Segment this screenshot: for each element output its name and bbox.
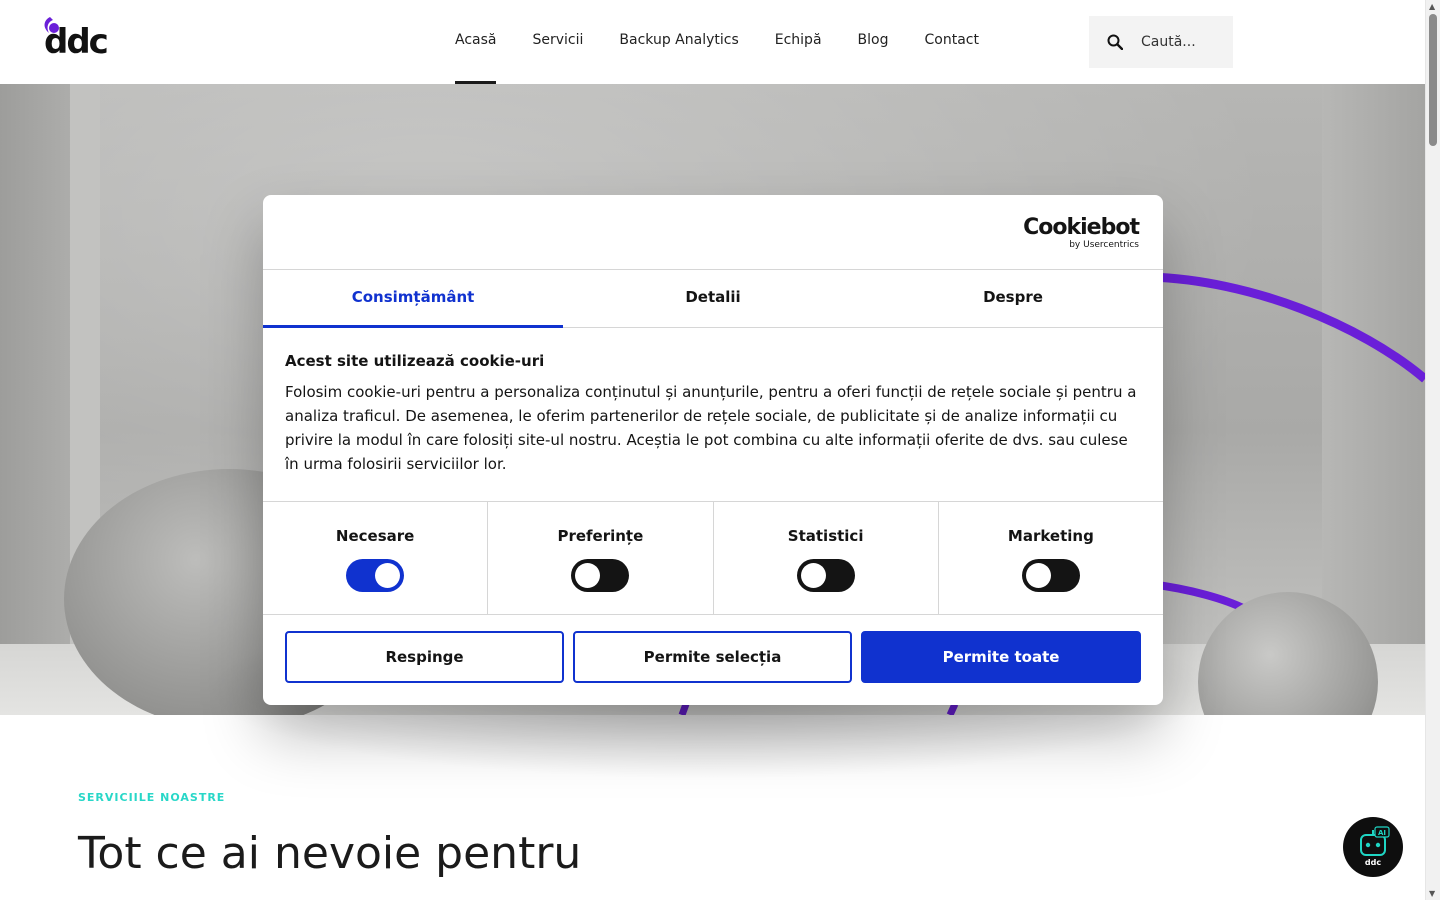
nav-item-echipa[interactable]: Echipă bbox=[757, 0, 840, 84]
chatbot-brand: ddc bbox=[1365, 858, 1381, 867]
scroll-up-arrow-icon[interactable]: ▲ bbox=[1429, 2, 1435, 11]
main-nav: Acasă Servicii Backup Analytics Echipă B… bbox=[437, 0, 997, 84]
reject-button[interactable]: Respinge bbox=[285, 631, 564, 683]
dialog-buttons: Respinge Permite selecția Permite toate bbox=[263, 615, 1163, 699]
toggle-knob bbox=[800, 563, 826, 588]
chatbot-robot-icon: AI ddc bbox=[1360, 826, 1390, 867]
site-header: ddc Acasă Servicii Backup Analytics Echi… bbox=[0, 0, 1425, 84]
tab-despre[interactable]: Despre bbox=[863, 270, 1163, 327]
chatbot-ai-badge: AI bbox=[1378, 829, 1386, 837]
nav-item-servicii[interactable]: Servicii bbox=[514, 0, 601, 84]
toggle-cell-preferinte: Preferințe bbox=[488, 502, 714, 614]
cookiebot-logo[interactable]: Cookiebot by Usercentrics bbox=[1023, 215, 1140, 251]
toggle-necesare[interactable] bbox=[346, 559, 405, 592]
toggle-knob bbox=[575, 563, 601, 588]
nav-item-blog[interactable]: Blog bbox=[840, 0, 907, 84]
consent-toggles: Necesare Preferințe Statistici Marketing bbox=[263, 502, 1163, 615]
scroll-down-arrow-icon[interactable]: ▼ bbox=[1429, 889, 1435, 898]
cookie-consent-dialog: Cookiebot by Usercentrics Consimțământ D… bbox=[263, 195, 1163, 705]
toggle-label-necesare: Necesare bbox=[335, 527, 415, 545]
scrollbar-thumb[interactable] bbox=[1429, 14, 1437, 146]
toggle-cell-statistici: Statistici bbox=[714, 502, 939, 614]
toggle-marketing[interactable] bbox=[1021, 559, 1080, 592]
cookiebot-sub: by Usercentrics bbox=[1069, 240, 1139, 250]
search-input[interactable] bbox=[1141, 34, 1221, 50]
toggle-label-preferinte: Preferințe bbox=[557, 527, 644, 545]
dialog-title: Acest site utilizează cookie-uri bbox=[285, 352, 545, 370]
search-icon[interactable] bbox=[1107, 34, 1123, 50]
toggle-knob bbox=[1025, 563, 1051, 588]
toggle-knob bbox=[375, 563, 401, 588]
toggle-label-marketing: Marketing bbox=[1007, 527, 1094, 545]
allow-selection-button[interactable]: Permite selecția bbox=[573, 631, 852, 683]
dialog-text: Folosim cookie-uri pentru a personaliza … bbox=[285, 383, 1137, 473]
toggle-cell-necesare: Necesare bbox=[263, 502, 489, 614]
dialog-body: Acest site utilizează cookie-uri Folosim… bbox=[263, 328, 1163, 502]
services-tag: SERVICIILE NOASTRE bbox=[78, 791, 226, 804]
services-title: Tot ce ai nevoie pentru bbox=[78, 828, 582, 879]
dialog-tabs: Consimțământ Detalii Despre bbox=[263, 270, 1163, 328]
search-box[interactable] bbox=[1089, 16, 1233, 68]
logo-text: ddc bbox=[44, 22, 109, 62]
nav-item-acasa[interactable]: Acasă bbox=[437, 0, 514, 84]
allow-all-button[interactable]: Permite toate bbox=[861, 631, 1141, 683]
tab-detalii[interactable]: Detalii bbox=[563, 270, 863, 327]
chatbot-button[interactable]: AI ddc bbox=[1343, 817, 1403, 877]
nav-item-backup-analytics[interactable]: Backup Analytics bbox=[601, 0, 756, 84]
toggle-label-statistici: Statistici bbox=[787, 527, 864, 545]
cookiebot-name: Cookiebot bbox=[1023, 215, 1140, 240]
page-scrollbar[interactable]: ▲ ▼ bbox=[1425, 0, 1440, 900]
toggle-cell-marketing: Marketing bbox=[939, 502, 1163, 614]
toggle-preferinte[interactable] bbox=[571, 559, 630, 592]
tab-consimtamant[interactable]: Consimțământ bbox=[263, 270, 563, 328]
nav-item-contact[interactable]: Contact bbox=[906, 0, 996, 84]
toggle-statistici[interactable] bbox=[796, 559, 855, 592]
dialog-header: Cookiebot by Usercentrics bbox=[263, 195, 1163, 270]
logo[interactable]: ddc bbox=[40, 16, 124, 64]
